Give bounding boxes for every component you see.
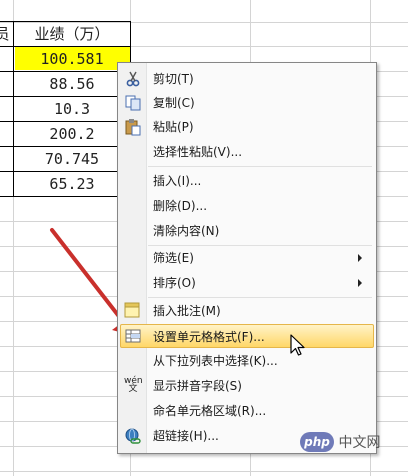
menu-item-pick-from-dropdown[interactable]: 从下拉列表中选择(K)... xyxy=(120,349,374,373)
menu-item-define-name[interactable]: 命名单元格区域(R)... xyxy=(120,399,374,423)
menu-item-sort[interactable]: 排序(O) xyxy=(120,271,374,295)
menu-item-label: 筛选(E) xyxy=(153,251,194,265)
menu-item-label: 剪切(T) xyxy=(153,72,194,86)
menu-item-copy[interactable]: 复制(C) xyxy=(120,91,374,115)
menu-item-label: 复制(C) xyxy=(153,96,195,110)
mouse-cursor-icon xyxy=(290,334,305,356)
menu-item-label: 清除内容(N) xyxy=(153,224,220,238)
menu-item-label: 设置单元格格式(F)... xyxy=(153,330,265,344)
php-logo-icon: php xyxy=(300,432,334,452)
menu-item-label: 排序(O) xyxy=(153,276,196,290)
menu-item-label: 超链接(H)... xyxy=(153,429,219,443)
menu-item-insert-comment[interactable]: 插入批注(M) xyxy=(120,299,374,323)
copy-icon xyxy=(124,94,142,112)
context-menu[interactable]: 剪切(T) 复制(C) 粘贴(P) 选择性粘贴(V)... 插入(I)... 删… xyxy=(117,62,377,454)
comment-icon xyxy=(124,302,142,320)
submenu-arrow-icon xyxy=(358,254,362,262)
menu-item-filter[interactable]: 筛选(E) xyxy=(120,246,374,270)
menu-item-show-phonetic[interactable]: wén 文 显示拼音字段(S) xyxy=(120,374,374,398)
menu-item-label: 插入(I)... xyxy=(153,174,202,188)
paste-icon xyxy=(124,118,142,136)
menu-item-label: 显示拼音字段(S) xyxy=(153,379,242,393)
submenu-arrow-icon xyxy=(358,279,362,287)
watermark-text: 中文网 xyxy=(338,435,381,451)
menu-item-clear-contents[interactable]: 清除内容(N) xyxy=(120,219,374,243)
menu-item-label: 插入批注(M) xyxy=(153,304,221,318)
menu-item-label: 删除(D)... xyxy=(153,199,208,213)
menu-item-paste[interactable]: 粘贴(P) xyxy=(120,115,374,139)
format-cells-icon xyxy=(124,327,142,345)
menu-item-label: 粘贴(P) xyxy=(153,120,194,134)
menu-separator xyxy=(148,297,372,298)
menu-item-label: 命名单元格区域(R)... xyxy=(153,404,267,418)
menu-item-paste-special[interactable]: 选择性粘贴(V)... xyxy=(120,140,374,164)
scissors-icon xyxy=(124,70,142,88)
menu-item-label: 选择性粘贴(V)... xyxy=(153,145,243,159)
hyperlink-icon xyxy=(124,427,142,445)
phonetic-icon: wén 文 xyxy=(124,376,143,394)
menu-separator xyxy=(148,166,372,167)
menu-item-insert[interactable]: 插入(I)... xyxy=(120,169,374,193)
menu-item-format-cells[interactable]: 设置单元格格式(F)... xyxy=(120,324,374,348)
menu-item-cut[interactable]: 剪切(T) xyxy=(120,67,374,91)
menu-item-label: 从下拉列表中选择(K)... xyxy=(153,354,278,368)
watermark: php 中文网 xyxy=(300,432,380,462)
menu-item-delete[interactable]: 删除(D)... xyxy=(120,194,374,218)
